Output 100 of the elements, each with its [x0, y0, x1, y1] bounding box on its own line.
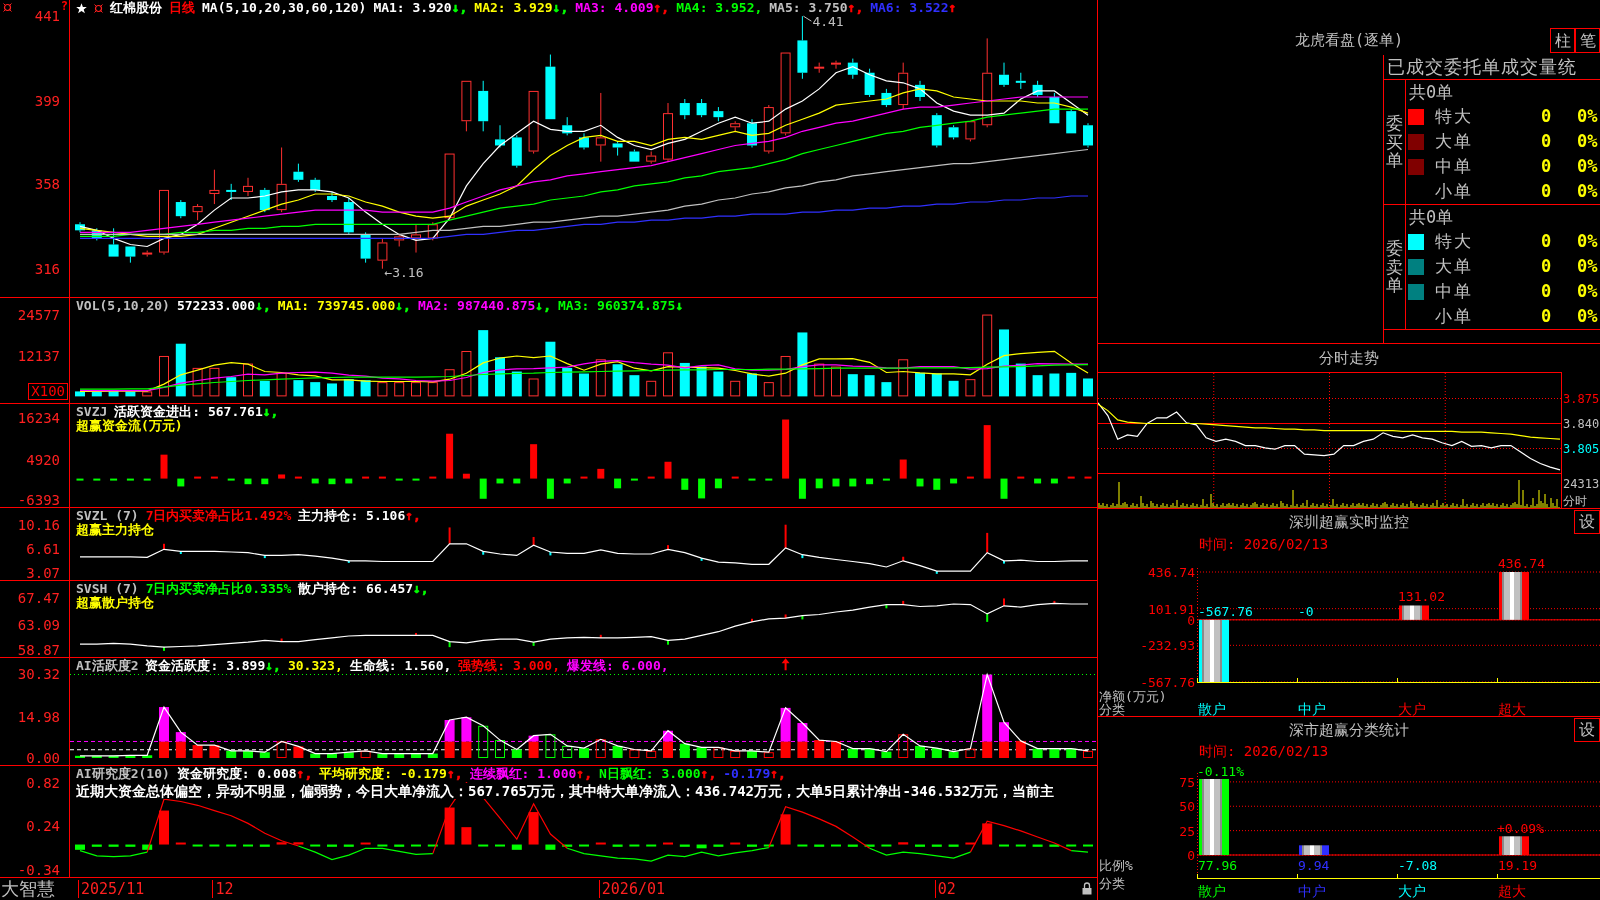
- activity-bar: [864, 748, 875, 758]
- date-label: 12: [212, 880, 234, 898]
- legend-text: MA1: 739745.000: [277, 299, 396, 313]
- activity-bar: [75, 755, 85, 758]
- candlestick: [965, 121, 976, 142]
- legend-text: MA2: 987440.875: [417, 299, 536, 313]
- order-size-label: 小单: [1435, 306, 1474, 327]
- research-bar: [948, 844, 959, 847]
- flow-bar: [1000, 478, 1008, 499]
- order-size-label: 中单: [1435, 157, 1474, 177]
- spike-mark: [935, 571, 938, 574]
- flow-bar: [950, 478, 958, 484]
- volume-bar: [747, 373, 757, 397]
- toggle-button[interactable]: 笔: [1575, 28, 1600, 53]
- volume-bar: [310, 382, 321, 397]
- spike-mark: [1003, 560, 1005, 564]
- axis-tick-label: 4920: [26, 453, 60, 468]
- flow-bar: [395, 478, 403, 481]
- candlestick: [209, 169, 220, 205]
- research-bar: [495, 844, 505, 847]
- activity-bar: [91, 755, 102, 758]
- flow-bar: [1084, 476, 1092, 479]
- legend-text: N日飘红: 3.000: [599, 767, 701, 781]
- flow-bar: [714, 478, 722, 489]
- research-bar: [763, 844, 774, 847]
- legend-text: 超赢主力持仓: [76, 523, 154, 537]
- axis-tick-label: 16234: [17, 410, 60, 425]
- research-bar: [545, 844, 556, 850]
- category-bar: [1299, 845, 1329, 855]
- volume-bar: [679, 362, 690, 397]
- activity-bar: [847, 748, 858, 758]
- axis-tick-label: 3.07: [26, 566, 60, 580]
- research-bar: [411, 844, 421, 847]
- candlestick: [310, 177, 321, 193]
- legend-text: MA2: 3.929: [474, 1, 553, 15]
- axis-tick-label: 50: [1179, 799, 1195, 813]
- value-label: 77.96: [1198, 858, 1238, 872]
- research-bar: [243, 844, 253, 847]
- section-title: 分时走势: [1319, 349, 1379, 367]
- activity-bar: [629, 749, 640, 758]
- volume-bar: [209, 367, 220, 397]
- order-percent: 0%: [1576, 181, 1599, 202]
- activity-bar: [1032, 748, 1043, 758]
- flow-bar: [1034, 478, 1042, 484]
- research-bar: [226, 844, 237, 847]
- candlestick: [847, 58, 858, 80]
- trend-arrow: ↑,: [700, 767, 717, 781]
- spike-mark: [986, 532, 989, 553]
- flow-bar: [966, 476, 974, 479]
- spike-mark: [784, 614, 787, 619]
- activity-bar: [511, 749, 522, 758]
- help-mark: ?: [60, 0, 68, 12]
- candlestick: [898, 62, 909, 110]
- volume-bar: [629, 375, 640, 397]
- axis-tick-label: 441: [34, 9, 60, 24]
- axis-tick-label: 58.87: [17, 643, 60, 657]
- research-bar: [75, 844, 85, 850]
- legend-text: MA4: 3.952,: [676, 1, 763, 15]
- spike-mark: [801, 554, 804, 559]
- volume-bar: [1015, 363, 1026, 397]
- activity-bar: [411, 753, 421, 758]
- spike-mark: [667, 640, 669, 645]
- flow-bar: [479, 478, 487, 499]
- legend-text: 资金研究度: 0.008: [176, 767, 297, 781]
- trend-arrow: ↑,: [847, 1, 864, 15]
- candlestick: [411, 223, 421, 254]
- spike-mark: [280, 638, 283, 642]
- research-bar: [276, 842, 287, 845]
- activity-bar: [763, 752, 774, 758]
- candlestick: [747, 118, 757, 148]
- category-label: 散户: [1198, 884, 1226, 898]
- spike-mark: [801, 615, 804, 620]
- flow-bar: [983, 425, 991, 479]
- research-bar: [1083, 844, 1093, 847]
- flow-bar: [362, 476, 370, 479]
- volume-bar: [999, 329, 1009, 397]
- timestamp-text: 时间: 2026/02/13: [1199, 536, 1329, 552]
- volume-bar: [377, 382, 388, 397]
- flow-bar: [933, 478, 941, 490]
- volume-bar: [814, 363, 825, 397]
- volume-bar: [696, 366, 707, 397]
- category-bar: [1499, 836, 1529, 855]
- activity-bar: [713, 747, 724, 758]
- research-bar: [965, 842, 976, 845]
- table-title: 已成交委托单成交量统: [1384, 55, 1600, 80]
- candlestick: [159, 189, 169, 256]
- toggle-button[interactable]: 柱: [1550, 28, 1575, 53]
- activity-bar: [646, 750, 657, 758]
- volume-bar: [427, 382, 438, 397]
- candlestick: [679, 98, 690, 120]
- volume-bar: [108, 390, 119, 397]
- volume-bar: [595, 359, 606, 397]
- volume-bar: [1083, 378, 1093, 397]
- settings-button[interactable]: 设: [1574, 510, 1600, 534]
- brand-label: 大智慧: [0, 878, 55, 900]
- settings-button[interactable]: 设: [1574, 718, 1600, 742]
- research-bar: [108, 844, 119, 847]
- trend-arrow: ↓: [675, 299, 684, 313]
- flow-bar: [328, 478, 336, 485]
- volume-bar: [965, 379, 976, 397]
